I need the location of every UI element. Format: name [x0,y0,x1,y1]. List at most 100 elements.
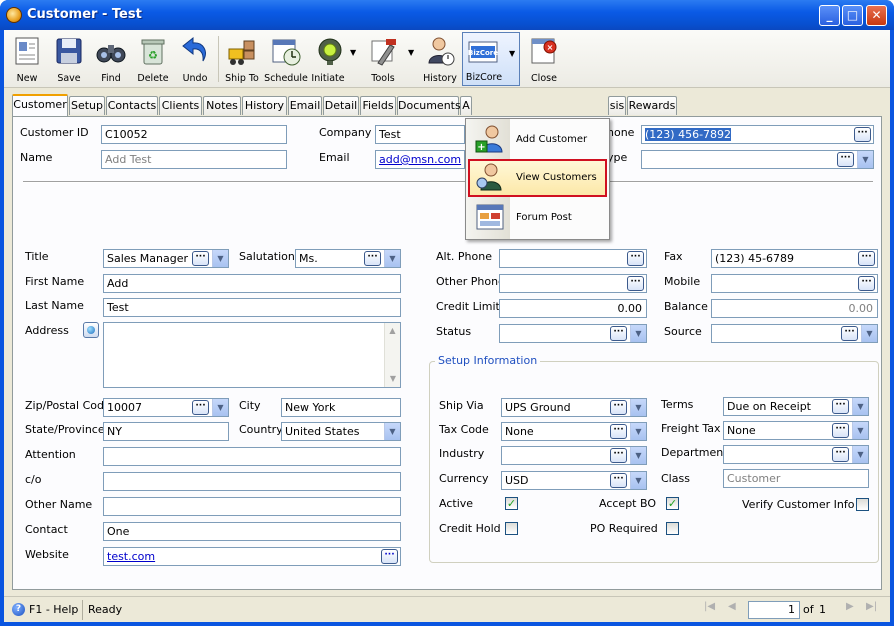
phone-input[interactable]: (123) 456-7892 ··· [641,125,874,144]
title-select[interactable]: Sales Manager ··· ▼ [103,249,229,268]
tab-fields[interactable]: Fields [360,96,396,115]
currency-select[interactable]: USD ··· ▼ [501,471,647,490]
schedule-button[interactable]: Schedule [264,32,308,86]
address-textarea[interactable]: ▲ ▼ [103,322,401,388]
accept-bo-checkbox[interactable]: ✓ [666,497,679,510]
co-input[interactable] [103,472,401,491]
tab-documents[interactable]: Documents [397,96,461,115]
bizcore-dropdown-arrow[interactable]: ▼ [509,49,515,58]
initiate-dropdown-arrow[interactable]: ▼ [350,48,356,57]
menu-item-add-customer[interactable]: + Add Customer [468,121,607,159]
tax-code-select[interactable]: None ··· ▼ [501,422,647,441]
alt-phone-input[interactable]: ··· [499,249,647,268]
active-checkbox[interactable]: ✓ [505,497,518,510]
tab-clients[interactable]: Clients [159,96,202,115]
tax-code-dropdown-arrow[interactable]: ▼ [630,423,646,440]
bizcore-button[interactable]: BizCore ▼ BizCore [462,32,520,86]
zip-select[interactable]: 10007 ··· ▼ [103,398,229,417]
customer-id-input[interactable]: C10052 [101,125,287,144]
next-page-button[interactable]: ▶ [846,601,854,612]
type-select[interactable]: ··· ▼ [641,150,874,169]
tab-notes[interactable]: Notes [203,96,241,115]
history-button[interactable]: History [420,32,460,86]
ship-via-lookup-button[interactable]: ··· [610,400,627,415]
ship-via-select[interactable]: UPS Ground ··· ▼ [501,398,647,417]
mobile-input[interactable]: ··· [711,274,878,293]
menu-item-forum-post[interactable]: Forum Post [468,199,607,237]
salutation-dropdown-arrow[interactable]: ▼ [384,250,400,267]
help-text[interactable]: F1 - Help [29,603,78,616]
freight-tax-lookup-button[interactable]: ··· [832,423,849,438]
status-lookup-button[interactable]: ··· [610,326,627,341]
tab-email[interactable]: Email [288,96,322,115]
last-name-input[interactable]: Test [103,298,401,317]
tab-rewards[interactable]: Rewards [627,96,677,115]
terms-select[interactable]: Due on Receipt ··· ▼ [723,397,869,416]
address-scrollbar[interactable]: ▲ ▼ [384,323,400,387]
mobile-lookup-button[interactable]: ··· [858,276,875,291]
tools-button[interactable]: ▼ Tools [364,32,414,86]
help-icon[interactable]: ? [12,603,25,616]
status-select[interactable]: ··· ▼ [499,324,647,343]
scroll-up-arrow[interactable]: ▲ [385,323,400,339]
source-dropdown-arrow[interactable]: ▼ [861,325,877,342]
tab-customer[interactable]: Customer [12,94,68,116]
minimize-button[interactable]: _ [819,5,840,26]
website-input[interactable]: test.com ··· [103,547,401,566]
attention-input[interactable] [103,447,401,466]
tab-detail[interactable]: Detail [323,96,359,115]
industry-select[interactable]: ··· ▼ [501,446,647,465]
salutation-select[interactable]: Ms. ··· ▼ [295,249,401,268]
industry-lookup-button[interactable]: ··· [610,448,627,463]
close-window-button[interactable]: ✕ [866,5,887,26]
title-bar[interactable]: Customer - Test _ □ ✕ [0,0,894,30]
tools-dropdown-arrow[interactable]: ▼ [408,48,414,57]
ship-via-dropdown-arrow[interactable]: ▼ [630,399,646,416]
other-phone-input[interactable]: ··· [499,274,647,293]
scroll-down-arrow[interactable]: ▼ [385,371,400,387]
page-number-input[interactable]: 1 [748,601,800,619]
first-name-input[interactable]: Add [103,274,401,293]
po-required-checkbox[interactable] [666,522,679,535]
country-select[interactable]: United States ▼ [281,422,401,441]
initiate-button[interactable]: ▼ Initiate [310,32,356,86]
currency-dropdown-arrow[interactable]: ▼ [630,472,646,489]
title-lookup-button[interactable]: ··· [192,251,209,266]
last-page-button[interactable]: ▶| [866,601,877,612]
contact-input[interactable]: One [103,522,401,541]
salutation-lookup-button[interactable]: ··· [364,251,381,266]
name-input[interactable]: Add Test [101,150,287,169]
type-lookup-button[interactable]: ··· [837,152,854,167]
menu-item-view-customers[interactable]: View Customers [468,159,607,197]
other-phone-lookup-button[interactable]: ··· [627,276,644,291]
website-lookup-button[interactable]: ··· [381,549,398,564]
source-select[interactable]: ··· ▼ [711,324,878,343]
tab-history[interactable]: History [242,96,287,115]
freight-tax-dropdown-arrow[interactable]: ▼ [852,422,868,439]
title-dropdown-arrow[interactable]: ▼ [212,250,228,267]
fax-input[interactable]: (123) 45-6789 ··· [711,249,878,268]
credit-limit-input[interactable]: 0.00 [499,299,647,318]
alt-phone-lookup-button[interactable]: ··· [627,251,644,266]
type-dropdown-arrow[interactable]: ▼ [857,151,873,168]
maximize-button[interactable]: □ [842,5,863,26]
source-lookup-button[interactable]: ··· [841,326,858,341]
phone-lookup-button[interactable]: ··· [854,127,871,142]
tab-partial-sis[interactable]: sis [608,96,626,115]
department-lookup-button[interactable]: ··· [832,447,849,462]
terms-lookup-button[interactable]: ··· [832,399,849,414]
currency-lookup-button[interactable]: ··· [610,473,627,488]
city-input[interactable]: New York [281,398,401,417]
zip-dropdown-arrow[interactable]: ▼ [212,399,228,416]
email-input[interactable]: add@msn.com [375,150,465,169]
delete-button[interactable]: ♻ Delete [134,32,172,86]
state-input[interactable]: NY [103,422,229,441]
first-page-button[interactable]: |◀ [704,601,715,612]
industry-dropdown-arrow[interactable]: ▼ [630,447,646,464]
freight-tax-select[interactable]: None ··· ▼ [723,421,869,440]
verify-customer-info-checkbox[interactable] [856,498,869,511]
department-dropdown-arrow[interactable]: ▼ [852,446,868,463]
ship-to-button[interactable]: Ship To [222,32,262,86]
fax-lookup-button[interactable]: ··· [858,251,875,266]
tax-code-lookup-button[interactable]: ··· [610,424,627,439]
